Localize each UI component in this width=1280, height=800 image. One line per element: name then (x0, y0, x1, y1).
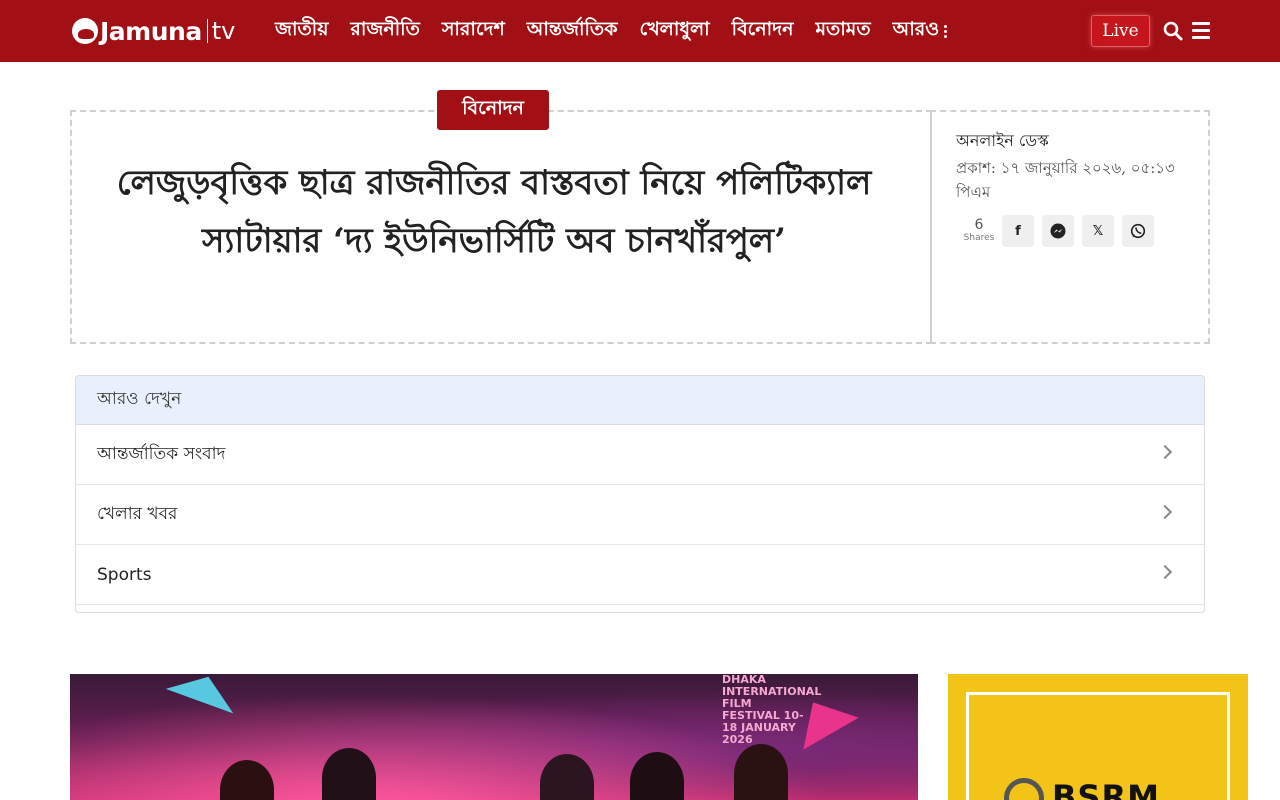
nav-item-country[interactable]: সারাদেশ (442, 15, 505, 47)
nav-more-label: আরও (892, 18, 940, 40)
search-icon[interactable] (1163, 21, 1183, 41)
share-count-number: 6 (974, 217, 984, 233)
image-person (734, 744, 788, 800)
jamuna-tv-logo[interactable]: Jamuna tv (72, 15, 235, 47)
nav-item-politics[interactable]: রাজনীতি (350, 15, 419, 47)
logo-tv-text: tv (211, 17, 236, 45)
image-person (322, 748, 376, 800)
category-tag[interactable]: বিনোদন (437, 90, 549, 130)
messenger-icon (1050, 223, 1066, 239)
image-festival-banner: DHAKA INTERNATIONAL FILM FESTIVAL 10-18 … (722, 674, 822, 746)
nav-item-opinion[interactable]: মতামত (815, 15, 870, 47)
nav-item-international[interactable]: আন্তর্জাতিক (527, 15, 618, 47)
facebook-icon: f (1015, 223, 1021, 239)
hamburger-menu-icon[interactable] (1192, 22, 1212, 40)
nav-item-more[interactable]: আরও (893, 15, 949, 47)
more-links-title: আরও দেখুন (76, 376, 1204, 425)
more-link-label: আন্তর্জাতিক সংবাদ (97, 443, 226, 464)
more-links-panel: আরও দেখুন আন্তর্জাতিক সংবাদ খেলার খবর Sp… (75, 375, 1205, 613)
more-link-sports[interactable]: Sports (76, 545, 1204, 605)
more-link-label: Sports (97, 564, 152, 585)
chevron-right-icon (1157, 504, 1173, 520)
more-link-label: খেলার খবর (97, 503, 178, 524)
facebook-share-button[interactable]: f (1002, 215, 1034, 247)
more-link-sports-news[interactable]: খেলার খবর (76, 485, 1204, 545)
x-icon: 𝕏 (1092, 223, 1104, 239)
logo-separator (206, 19, 208, 43)
nav-item-entertainment[interactable]: বিনোদন (732, 15, 794, 47)
nav-item-national[interactable]: জাতীয় (275, 15, 328, 47)
article-headline: লেজুড়বৃত্তিক ছাত্র রাজনীতির বাস্তবতা নি… (116, 163, 872, 261)
logo-text: Jamuna (100, 16, 202, 46)
nav-item-sports[interactable]: খেলাধুলা (639, 15, 709, 47)
chevron-right-icon (1157, 564, 1173, 580)
chevron-right-icon (1157, 444, 1173, 460)
article-lead-image: DHAKA INTERNATIONAL FILM FESTIVAL 10-18 … (70, 674, 918, 800)
share-count-label: Shares (963, 233, 995, 243)
main-nav: জাতীয় রাজনীতি সারাদেশ আন্তর্জাতিক খেলাধ… (275, 0, 970, 62)
article-publish-time: প্রকাশ: ১৭ জানুয়ারি ২০২৬, ০৫:১৩ পিএম (956, 159, 1175, 201)
ad-brand-name: BSRM (1052, 778, 1160, 800)
article-author[interactable]: অনলাইন ডেস্ক (956, 128, 1049, 155)
advertisement-banner[interactable]: BSRM (948, 674, 1248, 800)
whatsapp-icon (1130, 223, 1146, 239)
live-button[interactable]: Live (1091, 15, 1150, 47)
logo-mark-icon (72, 18, 98, 44)
more-dots-icon (944, 23, 948, 40)
whatsapp-share-button[interactable] (1122, 215, 1154, 247)
x-share-button[interactable]: 𝕏 (1082, 215, 1114, 247)
share-count: 6 Shares (962, 218, 996, 244)
more-link-international[interactable]: আন্তর্জাতিক সংবাদ (76, 425, 1204, 485)
top-navigation-bar: Jamuna tv জাতীয় রাজনীতি সারাদেশ আন্তর্জ… (0, 0, 1280, 62)
messenger-share-button[interactable] (1042, 215, 1074, 247)
